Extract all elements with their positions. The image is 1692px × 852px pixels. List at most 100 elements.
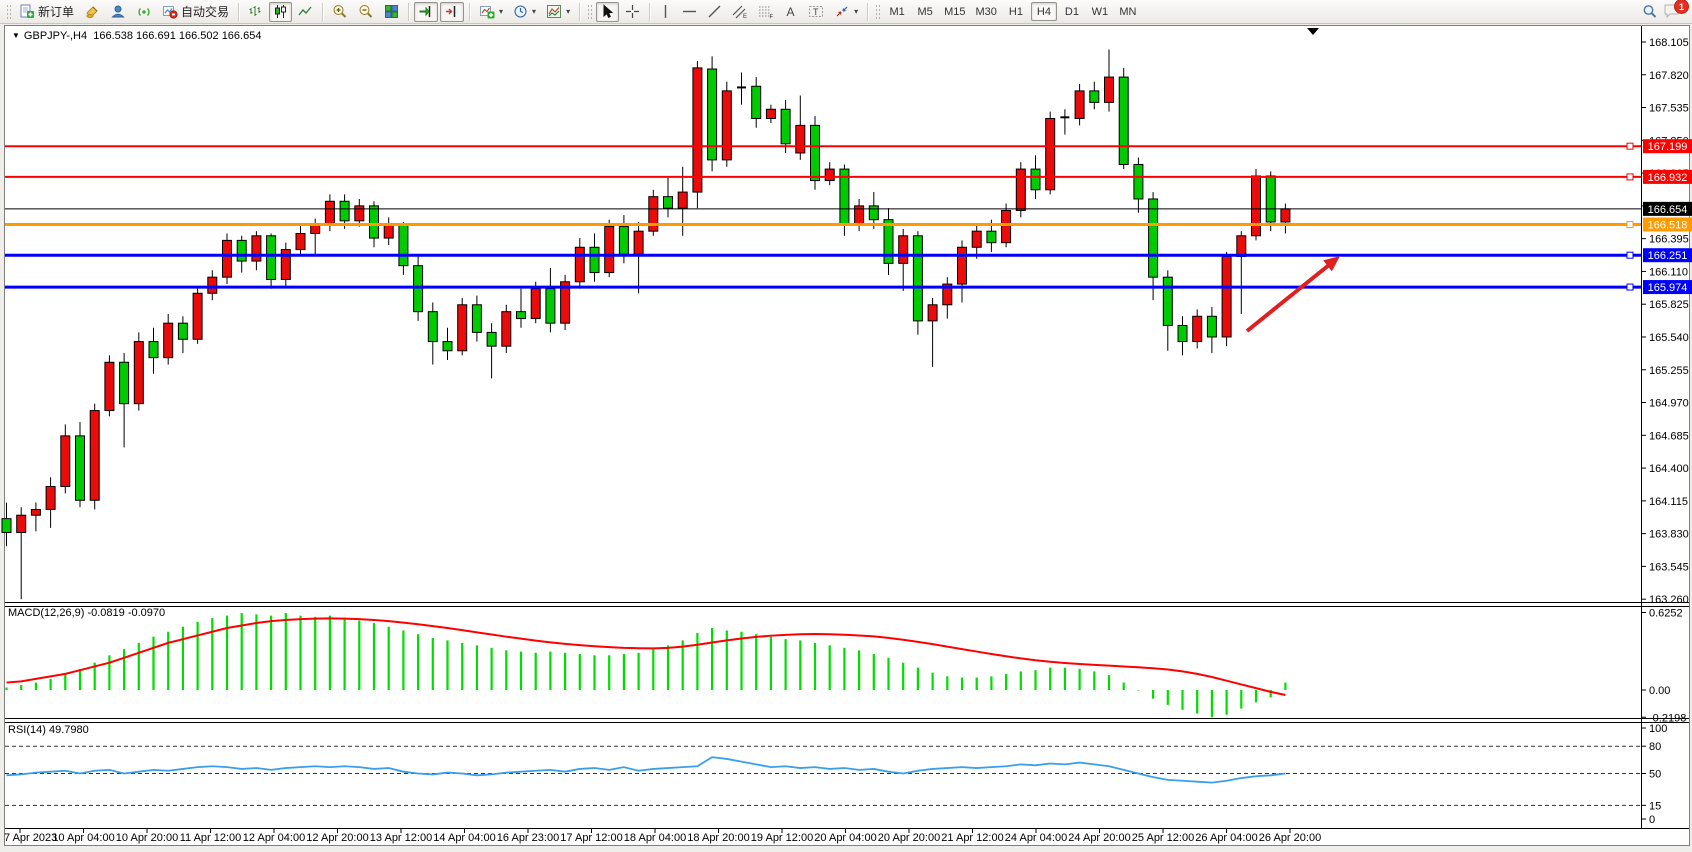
- candle-bullish: [958, 247, 967, 284]
- candle-bullish: [134, 342, 143, 404]
- candle-bullish: [722, 91, 731, 160]
- rsi-axis-label: 80: [1649, 741, 1661, 753]
- time-axis-label: 16 Apr 23:00: [497, 832, 559, 844]
- candle-bearish: [811, 125, 820, 180]
- price-axis-label: 165.825: [1649, 299, 1689, 311]
- rsi-axis-label: 0: [1649, 814, 1655, 826]
- time-axis-label: 10 Apr 20:00: [116, 832, 178, 844]
- candle-bullish: [105, 362, 114, 410]
- macd-histogram-bar: [211, 618, 213, 690]
- price-axis-label: 164.970: [1649, 398, 1689, 410]
- chart-canvas[interactable]: 168.105167.820167.535167.250166.965166.6…: [0, 0, 1692, 852]
- macd-histogram-bar: [535, 653, 537, 690]
- time-axis-label: 20 Apr 04:00: [814, 832, 876, 844]
- price-axis-label: 166.395: [1649, 234, 1689, 246]
- macd-histogram-bar: [373, 623, 375, 690]
- time-axis-label: 17 Apr 12:00: [560, 832, 622, 844]
- macd-histogram-bar: [1108, 675, 1110, 690]
- macd-histogram-bar: [64, 674, 66, 690]
- candle-bullish: [693, 68, 702, 192]
- macd-histogram-bar: [1064, 668, 1066, 690]
- macd-histogram-bar: [858, 650, 860, 690]
- macd-histogram-bar: [932, 673, 934, 690]
- macd-histogram-bar: [667, 645, 669, 690]
- price-axis-label: 163.830: [1649, 529, 1689, 541]
- price-badge-label: 166.251: [1648, 250, 1688, 262]
- candle-bullish: [208, 277, 217, 293]
- macd-histogram-bar: [1167, 690, 1169, 705]
- candle-bearish: [399, 224, 408, 265]
- macd-histogram-bar: [388, 627, 390, 690]
- candle-bearish: [120, 362, 129, 403]
- candle-bearish: [987, 231, 996, 243]
- price-badge-label: 166.518: [1648, 220, 1688, 232]
- candle-bullish: [502, 312, 511, 347]
- macd-histogram-bar: [138, 643, 140, 690]
- macd-histogram-bar: [182, 627, 184, 690]
- macd-histogram-bar: [990, 676, 992, 690]
- candle-bearish: [1119, 77, 1128, 164]
- candle-bearish: [752, 86, 761, 118]
- time-axis-label: 24 Apr 20:00: [1068, 832, 1130, 844]
- time-axis-label: 26 Apr 20:00: [1259, 832, 1321, 844]
- candle-bearish: [869, 206, 878, 220]
- hline-anchor-165.974[interactable]: [1627, 284, 1633, 290]
- price-axis-label: 164.400: [1649, 463, 1689, 475]
- chart-title-symbol: GBPJPY-,H4: [24, 30, 87, 42]
- candle-bullish: [1046, 118, 1055, 189]
- macd-histogram-bar: [270, 616, 272, 690]
- hline-anchor-167.199[interactable]: [1627, 143, 1633, 149]
- candle-bullish: [325, 201, 334, 224]
- candle-bullish: [61, 436, 70, 487]
- price-axis-label: 165.255: [1649, 365, 1689, 377]
- chart-title[interactable]: ▼GBPJPY-,H4 166.538 166.691 166.502 166.…: [12, 30, 261, 42]
- macd-histogram-bar: [902, 663, 904, 690]
- candle-bullish: [193, 293, 202, 339]
- candle-bearish: [340, 201, 349, 221]
- candle-bearish: [487, 332, 496, 346]
- candle-bullish: [1252, 176, 1261, 236]
- candle-bullish: [252, 236, 261, 261]
- hline-anchor-166.932[interactable]: [1627, 174, 1633, 180]
- candle-bullish: [928, 305, 937, 321]
- macd-histogram-bar: [1152, 690, 1154, 699]
- macd-histogram-bar: [402, 630, 404, 690]
- time-axis-label: 13 Apr 12:00: [370, 832, 432, 844]
- macd-histogram-bar: [579, 654, 581, 690]
- candle-bullish: [164, 323, 173, 358]
- macd-histogram-bar: [432, 638, 434, 690]
- time-axis-label: 7 Apr 2023: [4, 832, 57, 844]
- macd-histogram-bar: [446, 640, 448, 690]
- rsi-axis-label: 100: [1649, 723, 1667, 735]
- macd-histogram-bar: [167, 632, 169, 690]
- macd-histogram-bar: [814, 643, 816, 690]
- macd-histogram-bar: [682, 640, 684, 690]
- macd-histogram-bar: [476, 645, 478, 690]
- hline-anchor-166.251[interactable]: [1627, 252, 1633, 258]
- macd-histogram-bar: [961, 678, 963, 690]
- candle-bullish: [796, 125, 805, 153]
- candle-bearish: [1163, 277, 1172, 325]
- candle-bearish: [428, 312, 437, 342]
- candle-bearish: [149, 342, 158, 358]
- candle-bullish: [1075, 91, 1084, 119]
- macd-histogram-bar: [1211, 690, 1213, 717]
- candle-bearish: [1090, 91, 1099, 103]
- hline-anchor-166.518[interactable]: [1627, 222, 1633, 228]
- symbol-dropdown-icon[interactable]: ▼: [12, 31, 20, 40]
- macd-histogram-bar: [314, 617, 316, 690]
- macd-histogram-bar: [1284, 683, 1286, 690]
- candle-bullish: [899, 236, 908, 264]
- candle-bearish: [590, 247, 599, 272]
- macd-histogram-bar: [770, 637, 772, 690]
- candle-bearish: [664, 197, 673, 209]
- candle-bullish: [678, 192, 687, 208]
- time-axis-label: 12 Apr 04:00: [243, 832, 305, 844]
- macd-histogram-bar: [946, 676, 948, 690]
- macd-histogram-bar: [593, 655, 595, 690]
- macd-histogram-bar: [873, 654, 875, 690]
- macd-histogram-bar: [358, 621, 360, 690]
- price-axis-label: 163.260: [1649, 594, 1689, 606]
- candle-bearish: [517, 312, 526, 319]
- candle-bullish: [531, 289, 540, 319]
